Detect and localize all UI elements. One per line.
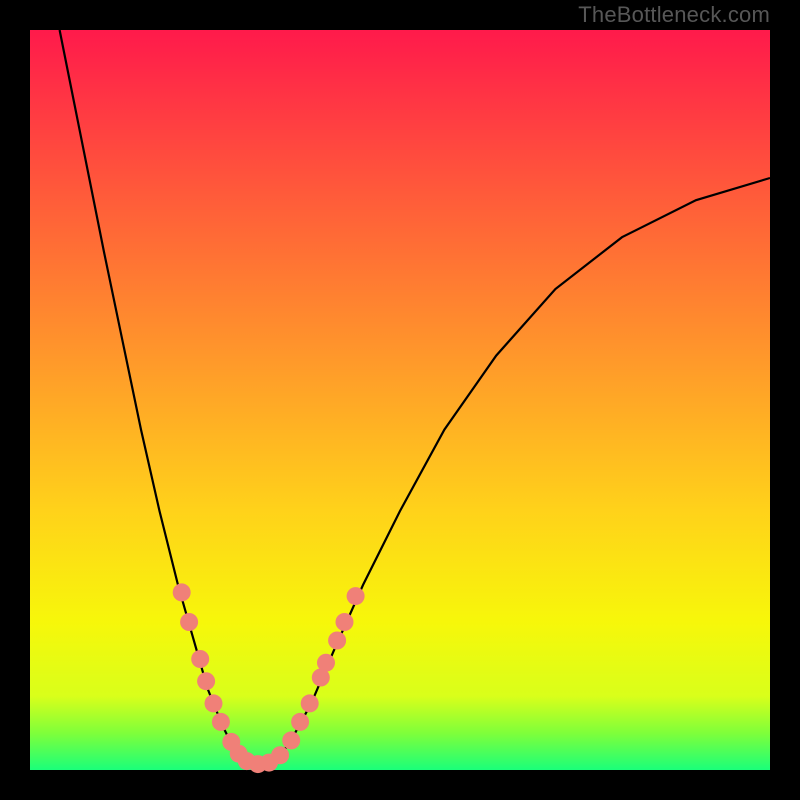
highlight-dot	[301, 694, 319, 712]
highlight-dot	[336, 613, 354, 631]
highlight-dot	[271, 746, 289, 764]
bottleneck-curve	[60, 30, 770, 766]
chart-frame: TheBottleneck.com	[0, 0, 800, 800]
highlight-dots-group	[173, 583, 365, 773]
curve-layer	[0, 0, 800, 800]
highlight-dot	[173, 583, 191, 601]
highlight-dot	[291, 713, 309, 731]
highlight-dot	[328, 632, 346, 650]
watermark-text: TheBottleneck.com	[578, 2, 770, 28]
highlight-dot	[180, 613, 198, 631]
highlight-dot	[205, 694, 223, 712]
highlight-dot	[317, 654, 335, 672]
highlight-dot	[282, 731, 300, 749]
highlight-dot	[191, 650, 209, 668]
highlight-dot	[347, 587, 365, 605]
highlight-dot	[197, 672, 215, 690]
highlight-dot	[212, 713, 230, 731]
